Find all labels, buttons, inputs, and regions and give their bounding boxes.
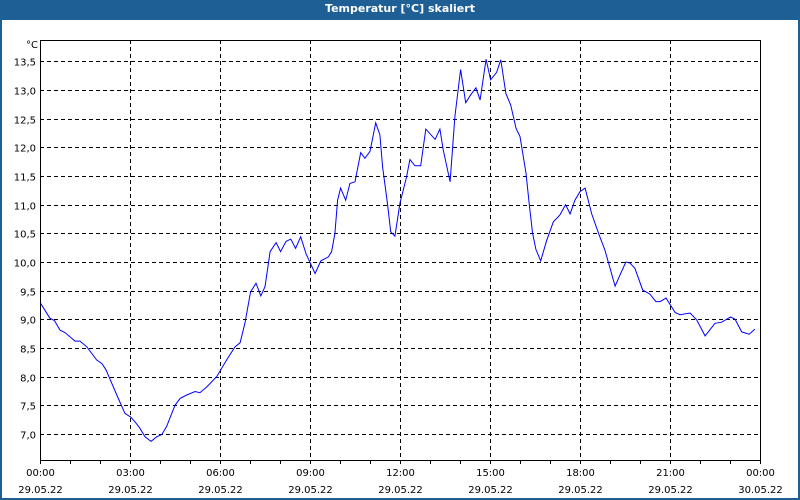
y-tick-label: 11,0: [14, 202, 36, 213]
y-tick-label: 11,5: [14, 173, 36, 184]
x-tick-date: 30.05.22: [738, 485, 783, 496]
y-tick-label: 13,5: [14, 58, 36, 69]
y-tick-label: 9,0: [20, 316, 36, 327]
y-tick-label: 8,0: [20, 374, 36, 385]
y-tick-label: 10,0: [14, 259, 36, 270]
x-tick-time: 03:00: [116, 468, 145, 479]
x-tick-time: 15:00: [476, 468, 505, 479]
x-tick-time: 21:00: [656, 468, 685, 479]
y-tick-label: 7,5: [20, 402, 36, 413]
x-tick-time: 12:00: [386, 468, 415, 479]
y-tick-label: 9,5: [20, 288, 36, 299]
x-tick-date: 29.05.22: [108, 485, 153, 496]
x-tick-time: 00:00: [26, 468, 55, 479]
x-tick-time: 06:00: [206, 468, 235, 479]
x-tick-date: 29.05.22: [468, 485, 513, 496]
y-tick-label: 10,5: [14, 230, 36, 241]
chart-area: °C 7,0 7,5 8,0 8,5 9,0 9,5 10,0 10,5 11,0 11,5 12,…: [2, 20, 798, 498]
x-tick-date: 29.05.22: [18, 485, 63, 496]
x-tick-date: 29.05.22: [558, 485, 603, 496]
chart-window: Temperatur [°C] skaliert °C 7,0 7,5 8,0 8,5…: [0, 0, 800, 500]
y-tick-label: 12,0: [14, 144, 36, 155]
x-tick-date: 29.05.22: [198, 485, 243, 496]
x-tick-date: 29.05.22: [288, 485, 333, 496]
x-tick-time: 18:00: [566, 468, 595, 479]
temperature-chart: °C 7,0 7,5 8,0 8,5 9,0 9,5 10,0 10,5 11,0 11,5 12,…: [14, 40, 783, 496]
x-tick-date: 29.05.22: [378, 485, 423, 496]
x-tick-time: 09:00: [296, 468, 325, 479]
series-line-temperature: [40, 59, 756, 443]
y-tick-label: 13,0: [14, 87, 36, 98]
window-title: Temperatur [°C] skaliert: [0, 0, 800, 20]
y-tick-label: 12,5: [14, 116, 36, 127]
x-tick-date: 29.05.22: [648, 485, 693, 496]
y-tick-label: 8,5: [20, 345, 36, 356]
x-tick-time: 00:00: [746, 468, 775, 479]
y-axis-unit: °C: [26, 40, 38, 51]
y-tick-label: 7,0: [20, 431, 36, 442]
